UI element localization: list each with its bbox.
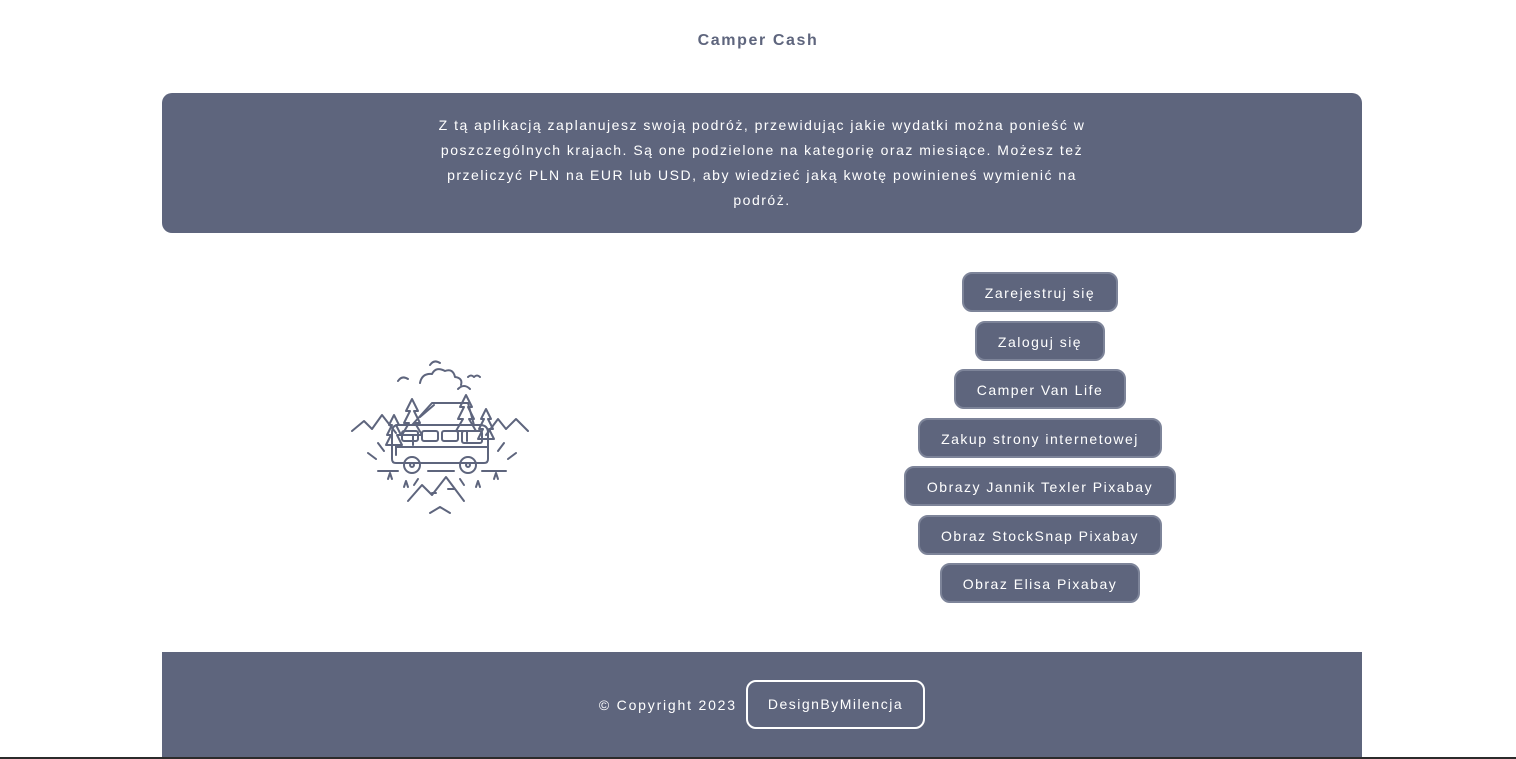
copyright-text: © Copyright 2023 xyxy=(598,696,737,713)
intro-panel: Z tą aplikacją zaplanujesz swoją podróż,… xyxy=(162,93,1362,233)
designer-link-button[interactable]: DesignByMilencja xyxy=(745,680,926,729)
intro-text: Z tą aplikacją zaplanujesz swoją podróż,… xyxy=(438,117,1086,208)
camper-van-life-link[interactable]: Camper Van Life xyxy=(953,369,1127,409)
stocksnap-credit-link[interactable]: Obraz StockSnap Pixabay xyxy=(918,514,1162,555)
page: Camper Cash Z tą aplikacją zaplanujesz s… xyxy=(0,0,1516,759)
login-button[interactable]: Zaloguj się xyxy=(974,320,1106,361)
register-button[interactable]: Zarejestruj się xyxy=(961,272,1119,312)
link-list: Zarejestruj się Zaloguj się Camper Van L… xyxy=(790,272,1290,612)
camper-van-illustration-icon xyxy=(348,355,532,517)
jannik-texler-credit-link[interactable]: Obrazy Jannik Texler Pixabay xyxy=(903,466,1177,506)
app-title: Camper Cash xyxy=(697,32,819,49)
elisa-credit-link[interactable]: Obraz Elisa Pixabay xyxy=(939,563,1141,603)
buy-website-link[interactable]: Zakup strony internetowej xyxy=(918,417,1162,458)
footer: © Copyright 2023 DesignByMilencja xyxy=(162,652,1362,757)
